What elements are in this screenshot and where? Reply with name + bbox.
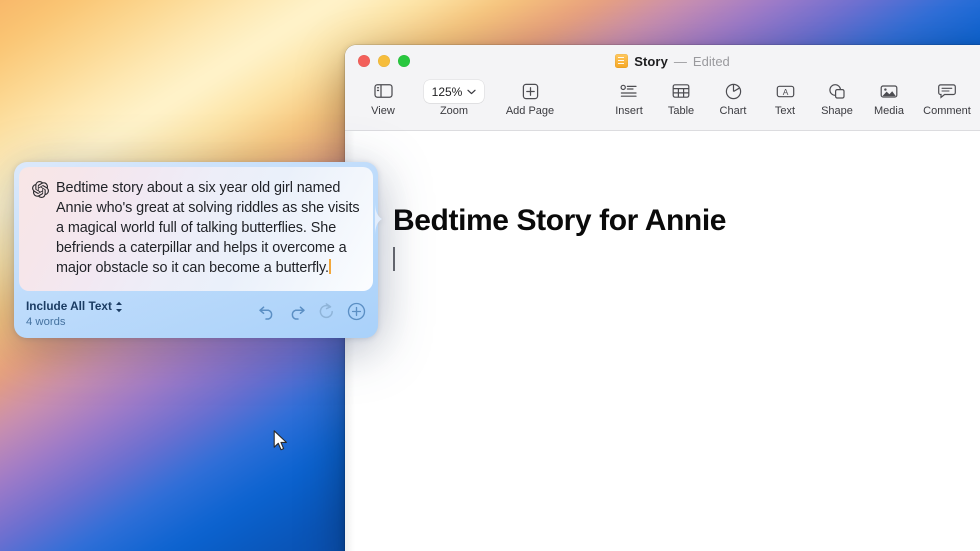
toolbar-add-page-label: Add Page: [506, 105, 554, 117]
pages-window[interactable]: Story — Edited View: [345, 45, 980, 551]
window-titlebar[interactable]: Story — Edited: [345, 45, 980, 77]
document-title-text: Story: [634, 54, 668, 69]
word-count-label: 4 words: [26, 315, 123, 329]
chatgpt-prompt-text: Bedtime story about a six year old girl …: [56, 178, 360, 278]
footer-left-group: Include All Text 4 words: [26, 299, 123, 329]
toolbar-view-label: View: [371, 105, 395, 117]
toolbar-table-button[interactable]: Table: [655, 77, 707, 117]
redo-button[interactable]: [288, 304, 306, 325]
toolbar-add-page-button[interactable]: Add Page: [499, 77, 561, 117]
plus-square-icon: [522, 79, 539, 103]
redo-arrow-icon: [288, 304, 306, 325]
pages-document-icon: [615, 54, 628, 68]
document-page[interactable]: Bedtime Story for Annie: [345, 131, 980, 551]
toolbar-shape-button[interactable]: Shape: [811, 77, 863, 117]
toolbar-text-label: Text: [775, 105, 795, 117]
table-grid-icon: [672, 79, 690, 103]
screen: Story — Edited View: [0, 0, 980, 551]
maximize-button[interactable]: [398, 55, 410, 67]
comment-bubble-icon: [938, 79, 956, 103]
toolbar-comment-label: Comment: [923, 105, 971, 117]
openai-logo-icon: [32, 181, 49, 203]
chatgpt-popup-footer: Include All Text 4 words: [14, 291, 378, 338]
toolbar-chart-label: Chart: [720, 105, 747, 117]
footer-actions-group: [258, 302, 366, 326]
plus-circle-icon: [347, 302, 366, 326]
chatgpt-prompt-card[interactable]: Bedtime story about a six year old girl …: [19, 167, 373, 291]
document-canvas[interactable]: Bedtime Story for Annie: [345, 131, 980, 551]
pie-chart-icon: [725, 79, 742, 103]
include-scope-dropdown[interactable]: Include All Text: [26, 299, 123, 314]
svg-text:A: A: [782, 87, 788, 97]
undo-arrow-icon: [258, 304, 276, 325]
document-heading: Bedtime Story for Annie: [393, 204, 726, 238]
undo-button[interactable]: [258, 304, 276, 325]
toolbar-media-button[interactable]: Media: [863, 77, 915, 117]
insert-list-icon: [620, 79, 638, 103]
chatgpt-popup-shell: Bedtime story about a six year old girl …: [14, 162, 378, 338]
chevron-down-icon: [467, 89, 476, 95]
toolbar-media-label: Media: [874, 105, 904, 117]
toolbar-comment-button[interactable]: Comment: [915, 77, 979, 117]
traffic-light-group: [358, 55, 410, 67]
prompt-body: Bedtime story about a six year old girl …: [56, 180, 360, 276]
photo-icon: [880, 79, 898, 103]
minimize-button[interactable]: [378, 55, 390, 67]
document-text-caret: [393, 247, 395, 271]
sidebar-icon: [374, 79, 393, 103]
toolbar-view-button[interactable]: View: [357, 77, 409, 117]
toolbar-chart-button[interactable]: Chart: [707, 77, 759, 117]
zoom-percent-dropdown[interactable]: 125%: [424, 80, 485, 103]
toolbar-text-button[interactable]: A Text: [759, 77, 811, 117]
text-box-icon: A: [776, 79, 795, 103]
refresh-arrow-icon: [318, 303, 335, 325]
toolbar-shape-label: Shape: [821, 105, 853, 117]
toolbar-insert-label: Insert: [615, 105, 643, 117]
zoom-pill-wrap: 125%: [424, 79, 485, 103]
regenerate-button[interactable]: [318, 303, 335, 325]
updown-chevron-icon: [115, 301, 123, 313]
include-scope-label: Include All Text: [26, 299, 112, 314]
edited-status: Edited: [693, 54, 730, 69]
prompt-text-caret: [329, 259, 331, 274]
toolbar-zoom-label: Zoom: [440, 105, 468, 117]
toolbar-insert-button[interactable]: Insert: [603, 77, 655, 117]
toolbar-zoom-control[interactable]: 125% Zoom: [419, 77, 489, 117]
popup-pointer-tail: [375, 202, 387, 236]
chatgpt-popup[interactable]: Bedtime story about a six year old girl …: [14, 162, 378, 338]
window-title: Story — Edited: [345, 45, 980, 77]
zoom-percent-value: 125%: [432, 85, 463, 99]
title-separator: —: [674, 54, 687, 69]
close-button[interactable]: [358, 55, 370, 67]
pages-toolbar[interactable]: View 125% Zoom: [345, 77, 980, 131]
insert-result-button[interactable]: [347, 302, 366, 326]
shapes-icon: [828, 79, 846, 103]
toolbar-table-label: Table: [668, 105, 694, 117]
